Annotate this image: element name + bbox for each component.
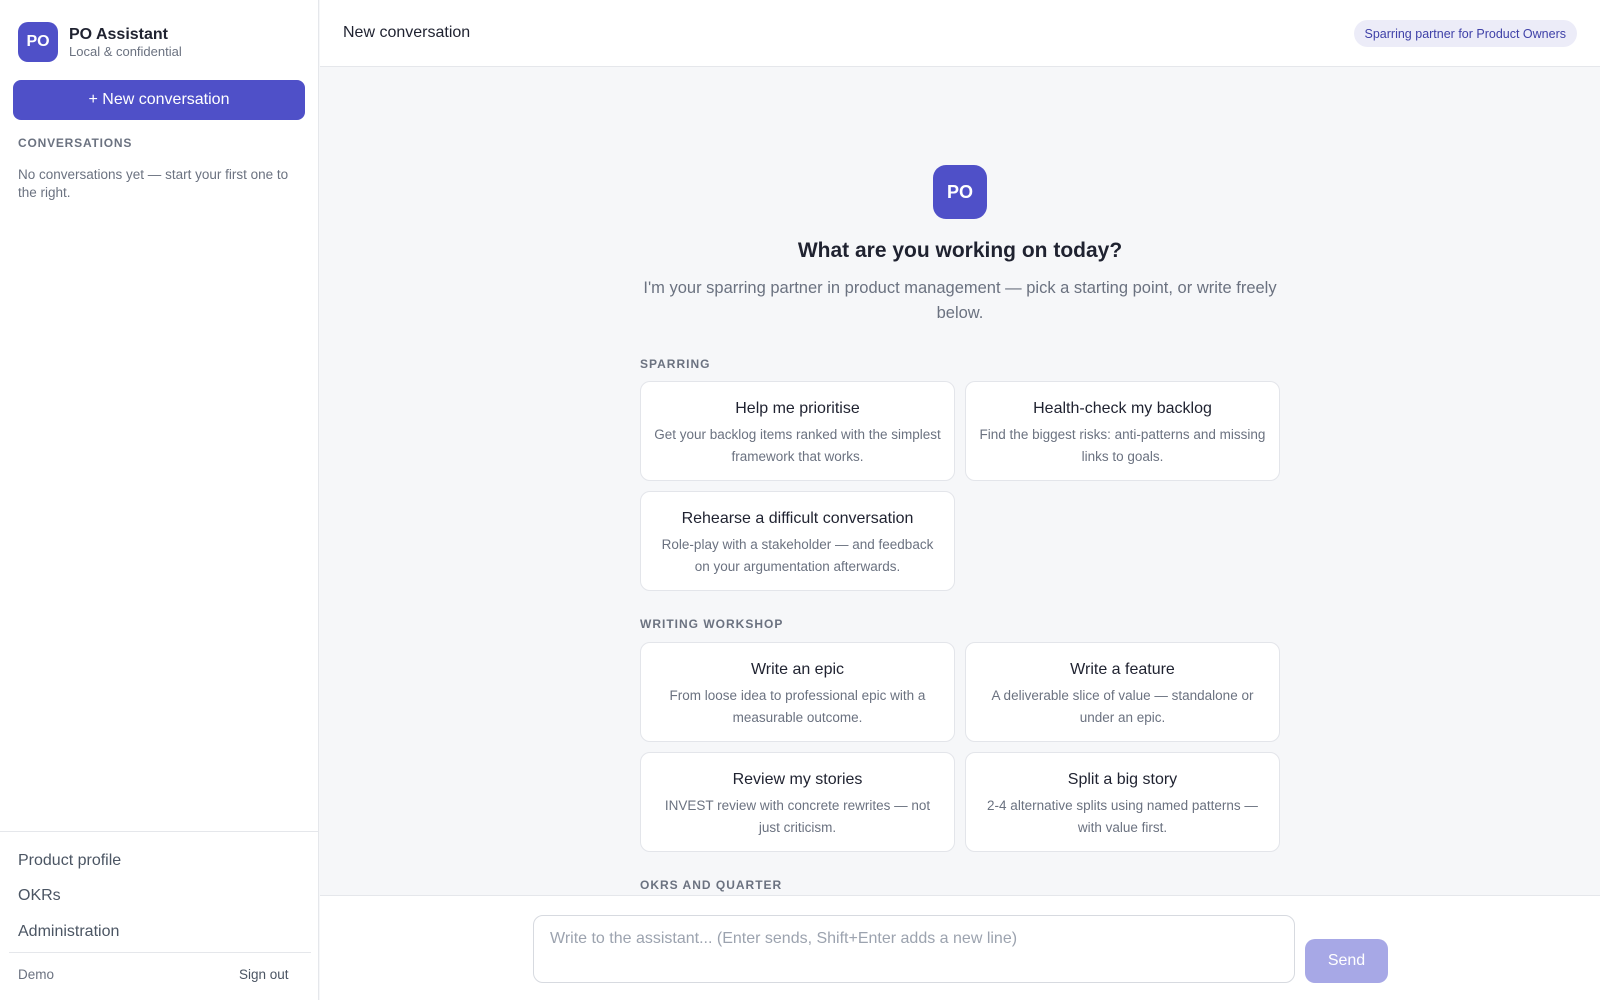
sidebar-footer-divider — [9, 952, 311, 953]
card-description: A deliverable slice of value — standalon… — [991, 688, 1254, 725]
section-label-writing-workshop: WRITING WORKSHOP — [640, 617, 784, 631]
send-button[interactable]: Send — [1305, 939, 1388, 983]
new-conversation-button[interactable]: + New conversation — [13, 80, 305, 120]
sidebar: PO PO Assistant Local & confidential + N… — [0, 0, 319, 1000]
card-title: Write an epic — [750, 661, 845, 678]
brand-name: PO Assistant — [69, 25, 168, 43]
card-title: Split a big story — [1067, 771, 1178, 788]
current-user-label: Demo — [18, 967, 55, 982]
brand-avatar: PO — [18, 22, 58, 62]
sidebar-link-administration[interactable]: Administration — [18, 923, 119, 941]
brand: PO PO Assistant Local & confidential — [18, 22, 182, 62]
card-description: INVEST review with concrete rewrites — n… — [664, 798, 931, 835]
starter-card-review-stories[interactable]: Review my stories INVEST review with con… — [640, 752, 955, 852]
card-title: Rehearse a difficult conversation — [681, 510, 914, 527]
card-description: From loose idea to professional epic wit… — [669, 688, 926, 725]
welcome-subtitle: I'm your sparring partner in product man… — [643, 279, 1277, 322]
role-badge: Sparring partner for Product Owners — [1353, 20, 1577, 47]
starter-card-rehearse[interactable]: Rehearse a difficult conversation Role-p… — [640, 491, 955, 591]
section-label-sparring: SPARRING — [640, 357, 711, 371]
starter-card-write-epic[interactable]: Write an epic From loose idea to profess… — [640, 642, 955, 742]
conversations-empty-text: No conversations yet — start your first … — [18, 167, 289, 200]
starter-card-split-story[interactable]: Split a big story 2-4 alternative splits… — [965, 752, 1280, 852]
starter-card-health-check[interactable]: Health-check my backlog Find the biggest… — [965, 381, 1280, 481]
sidebar-link-product-profile[interactable]: Product profile — [18, 852, 121, 870]
assistant-avatar: PO — [933, 165, 987, 219]
brand-text: PO Assistant Local & confidential — [69, 25, 182, 60]
section-label-okrs-quarter: OKRS AND QUARTER — [640, 878, 783, 892]
page-title: New conversation — [343, 24, 471, 41]
card-description: Find the biggest risks: anti-patterns an… — [979, 427, 1266, 464]
card-title: Write a feature — [1070, 661, 1175, 678]
sidebar-link-okrs[interactable]: OKRs — [18, 887, 61, 905]
message-input[interactable] — [533, 915, 1295, 983]
card-description: Role-play with a stakeholder — and feedb… — [661, 537, 934, 574]
brand-subtitle: Local & confidential — [69, 43, 182, 59]
header: New conversation Sparring partner for Pr… — [320, 0, 1600, 67]
card-title: Review my stories — [732, 771, 863, 788]
card-title: Health-check my backlog — [1033, 400, 1212, 417]
composer: Send — [320, 895, 1600, 1000]
conversations-heading: CONVERSATIONS — [18, 136, 133, 150]
starter-card-prioritise[interactable]: Help me prioritise Get your backlog item… — [640, 381, 955, 481]
card-description: 2-4 alternative splits using named patte… — [987, 798, 1258, 835]
welcome-title: What are you working on today? — [797, 239, 1123, 262]
starter-card-write-feature[interactable]: Write a feature A deliverable slice of v… — [965, 642, 1280, 742]
card-title: Help me prioritise — [735, 400, 860, 417]
card-description: Get your backlog items ranked with the s… — [654, 427, 941, 464]
sidebar-divider — [0, 831, 319, 832]
sign-out-link[interactable]: Sign out — [239, 967, 289, 982]
